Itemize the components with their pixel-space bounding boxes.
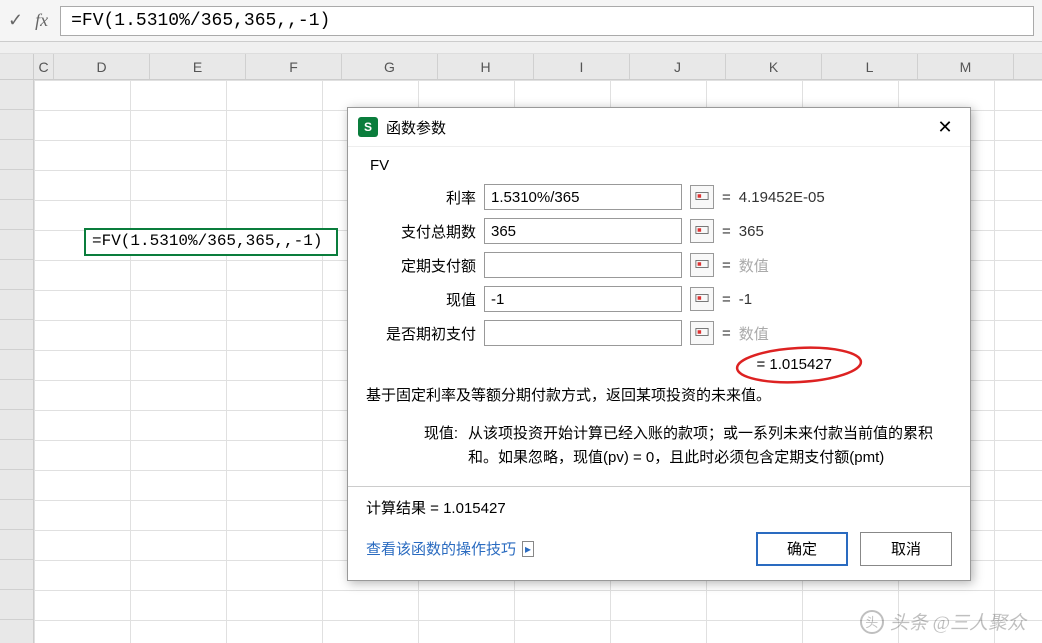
- watermark: 头 头条 @三人聚众: [860, 608, 1026, 635]
- param-row: 利率 = 4.19452E-05: [366, 184, 952, 210]
- ribbon-spacer: [0, 42, 1042, 54]
- param-input-2[interactable]: [484, 252, 682, 278]
- param-result: 4.19452E-05: [739, 189, 825, 206]
- range-picker-button[interactable]: [690, 253, 714, 277]
- param-label: 现值: [366, 289, 476, 310]
- param-input-0[interactable]: [484, 184, 682, 210]
- formula-result-row: = 1.015427: [366, 354, 952, 375]
- range-picker-icon: [695, 189, 709, 206]
- active-cell[interactable]: =FV(1.5310%/365,365,,-1): [84, 228, 338, 256]
- equals-sign: =: [722, 189, 731, 206]
- param-row: 现值 = -1: [366, 286, 952, 312]
- equals-sign: =: [722, 257, 731, 274]
- param-help-text: 从该项投资开始计算已经入账的款项；或一系列未来付款当前值的累积和。如果忽略，现值…: [468, 422, 952, 470]
- function-name: FV: [370, 157, 952, 174]
- dialog-titlebar[interactable]: S 函数参数 ✕: [348, 108, 970, 147]
- dialog-title: 函数参数: [386, 117, 446, 138]
- fx-label[interactable]: fx: [35, 10, 48, 31]
- col-header[interactable]: J: [630, 54, 726, 79]
- function-arguments-dialog: S 函数参数 ✕ FV 利率 = 4.19452E-05 支付总期数 = 365 定期支付额…: [347, 107, 971, 581]
- cancel-button[interactable]: 取消: [860, 532, 952, 566]
- range-picker-button[interactable]: [690, 185, 714, 209]
- help-link-text: 查看该函数的操作技巧: [366, 538, 516, 559]
- param-result: 365: [739, 223, 764, 240]
- param-row: 支付总期数 = 365: [366, 218, 952, 244]
- param-label: 定期支付额: [366, 255, 476, 276]
- calc-result: 计算结果 = 1.015427: [366, 497, 952, 518]
- param-help: 现值: 从该项投资开始计算已经入账的款项；或一系列未来付款当前值的累积和。如果忽…: [366, 422, 952, 470]
- param-input-3[interactable]: [484, 286, 682, 312]
- select-all-corner[interactable]: [0, 54, 34, 79]
- range-picker-icon: [695, 223, 709, 240]
- col-header[interactable]: M: [918, 54, 1014, 79]
- param-result: -1: [739, 291, 752, 308]
- range-picker-button[interactable]: [690, 321, 714, 345]
- param-label: 支付总期数: [366, 221, 476, 242]
- col-header[interactable]: H: [438, 54, 534, 79]
- param-row: 是否期初支付 = 数值: [366, 320, 952, 346]
- close-button[interactable]: ✕: [928, 114, 962, 140]
- video-icon: ▸: [522, 541, 534, 557]
- range-picker-button[interactable]: [690, 219, 714, 243]
- ok-button[interactable]: 确定: [756, 532, 848, 566]
- col-header[interactable]: K: [726, 54, 822, 79]
- formula-bar: ✓ fx: [0, 0, 1042, 42]
- equals-sign: =: [722, 291, 731, 308]
- app-icon: S: [358, 117, 378, 137]
- col-header[interactable]: L: [822, 54, 918, 79]
- watermark-icon: 头: [860, 610, 884, 634]
- range-picker-icon: [695, 325, 709, 342]
- watermark-text: 头条 @三人聚众: [890, 608, 1026, 635]
- param-result: 数值: [739, 323, 769, 344]
- column-headers: C D E F G H I J K L M: [0, 54, 1042, 80]
- accept-icon[interactable]: ✓: [8, 10, 23, 31]
- formula-result: = 1.015427: [757, 356, 833, 373]
- function-description: 基于固定利率及等额分期付款方式，返回某项投资的未来值。: [366, 385, 952, 408]
- formula-input[interactable]: [60, 6, 1034, 36]
- param-help-label: 现值:: [366, 422, 458, 470]
- equals-sign: =: [722, 223, 731, 240]
- col-header[interactable]: G: [342, 54, 438, 79]
- col-header[interactable]: C: [34, 54, 54, 79]
- param-result: 数值: [739, 255, 769, 276]
- help-link[interactable]: 查看该函数的操作技巧 ▸: [366, 538, 534, 559]
- equals-sign: =: [722, 325, 731, 342]
- param-input-1[interactable]: [484, 218, 682, 244]
- col-header[interactable]: I: [534, 54, 630, 79]
- row-headers[interactable]: [0, 80, 34, 643]
- divider: [348, 486, 970, 487]
- col-header[interactable]: D: [54, 54, 150, 79]
- close-icon: ✕: [937, 117, 952, 138]
- col-header[interactable]: E: [150, 54, 246, 79]
- range-picker-button[interactable]: [690, 287, 714, 311]
- param-label: 是否期初支付: [366, 323, 476, 344]
- param-row: 定期支付额 = 数值: [366, 252, 952, 278]
- range-picker-icon: [695, 291, 709, 308]
- col-header[interactable]: F: [246, 54, 342, 79]
- range-picker-icon: [695, 257, 709, 274]
- param-input-4[interactable]: [484, 320, 682, 346]
- param-label: 利率: [366, 187, 476, 208]
